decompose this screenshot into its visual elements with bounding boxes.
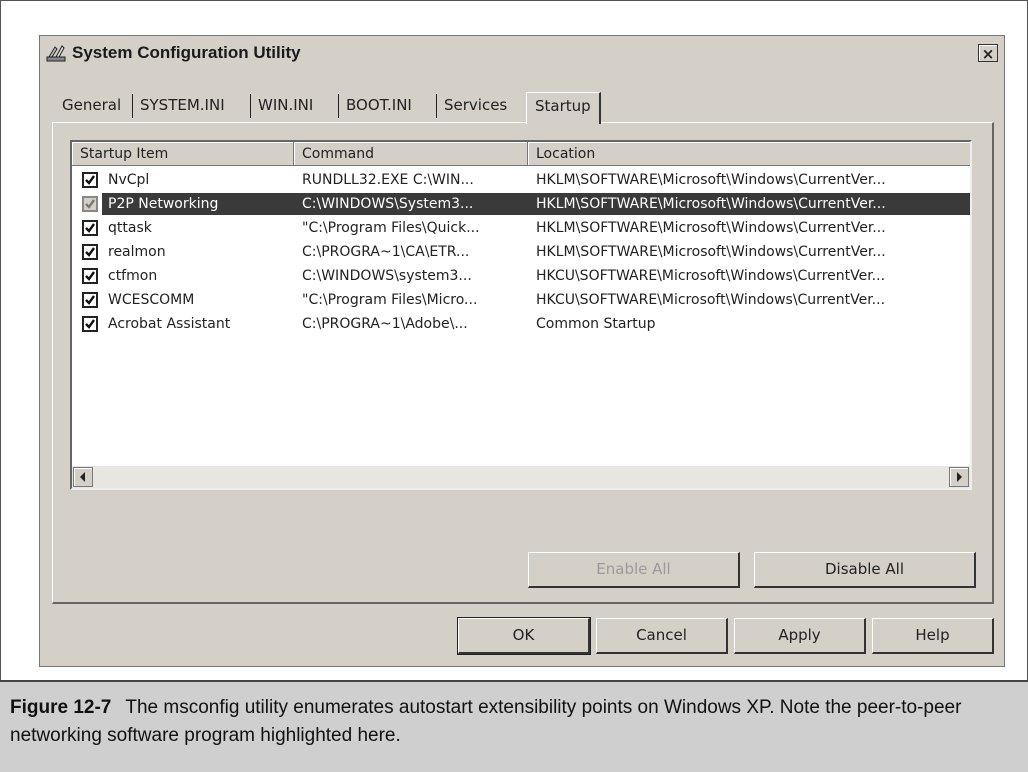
startup-checkbox[interactable] [82,196,98,212]
arrow-left-icon [80,472,85,482]
horizontal-scrollbar[interactable] [72,466,970,488]
startup-location: Common Startup [536,316,656,332]
tab-services[interactable]: Services [444,96,507,114]
ok-button[interactable]: OK [457,617,591,655]
startup-command: C:\WINDOWS\system3... [302,268,472,284]
title-bar[interactable]: System Configuration Utility × [40,36,1004,70]
tab-win-ini[interactable]: WIN.INI [258,96,313,114]
tab-system-ini[interactable]: SYSTEM.INI [140,96,225,114]
scroll-right-button[interactable] [949,467,969,487]
list-item[interactable]: qttask "C:\Program Files\Quick... HKLM\S… [72,216,970,240]
startup-command: C:\PROGRA~1\Adobe\... [302,316,468,332]
startup-checkbox[interactable] [82,292,98,308]
scroll-left-button[interactable] [73,467,93,487]
startup-checkbox[interactable] [82,316,98,332]
startup-location: HKLM\SOFTWARE\Microsoft\Windows\CurrentV… [536,196,886,212]
column-command[interactable]: Command [294,142,528,166]
list-item[interactable]: WCESCOMM "C:\Program Files\Micro... HKCU… [72,288,970,312]
tab-separator [436,94,437,118]
msconfig-app-icon [46,45,66,62]
startup-checkbox[interactable] [82,268,98,284]
list-item[interactable]: ctfmon C:\WINDOWS\system3... HKCU\SOFTWA… [72,264,970,288]
startup-checkbox[interactable] [82,172,98,188]
check-icon [85,271,95,281]
tab-separator [250,94,251,118]
startup-location: HKCU\SOFTWARE\Microsoft\Windows\CurrentV… [536,292,886,308]
startup-command: "C:\Program Files\Micro... [302,292,478,308]
window-title: System Configuration Utility [72,43,301,62]
tab-separator [132,94,133,118]
startup-command: C:\WINDOWS\System3... [302,196,474,212]
startup-item-name: realmon [108,244,166,260]
startup-location: HKCU\SOFTWARE\Microsoft\Windows\CurrentV… [536,268,886,284]
arrow-right-icon [957,472,962,482]
startup-item-name: WCESCOMM [108,292,195,308]
tab-startup[interactable]: Startup [526,92,601,124]
list-item[interactable]: realmon C:\PROGRA~1\CA\ETR... HKLM\SOFTW… [72,240,970,264]
startup-checkbox[interactable] [82,220,98,236]
startup-location: HKLM\SOFTWARE\Microsoft\Windows\CurrentV… [536,172,886,188]
startup-item-name: P2P Networking [108,196,219,212]
startup-item-name: NvCpl [108,172,150,188]
check-icon [85,295,95,305]
startup-location: HKLM\SOFTWARE\Microsoft\Windows\CurrentV… [536,244,886,260]
column-startup-item[interactable]: Startup Item [72,142,294,166]
startup-command: RUNDLL32.EXE C:\WIN... [302,172,474,188]
figure-number: Figure 12-7 [10,697,112,718]
screenshot-frame: System Configuration Utility × General S… [0,0,1028,682]
startup-item-name: qttask [108,220,152,236]
apply-button[interactable]: Apply [734,618,866,654]
help-button[interactable]: Help [872,618,994,654]
check-icon [85,199,95,209]
startup-command: C:\PROGRA~1\CA\ETR... [302,244,470,260]
tab-separator [338,94,339,118]
startup-list[interactable]: Startup Item Command Location NvCpl RUND… [70,140,972,490]
startup-item-name: Acrobat Assistant [108,316,231,332]
enable-all-button[interactable]: Enable All [528,552,740,588]
column-location[interactable]: Location [528,142,970,166]
check-icon [85,247,95,257]
figure-caption: Figure 12-7 The msconfig utility enumerat… [10,694,1020,750]
startup-command: "C:\Program Files\Quick... [302,220,480,236]
tab-general[interactable]: General [62,96,121,114]
figure-caption-bar: Figure 12-7 The msconfig utility enumerat… [0,680,1028,772]
check-icon [85,175,95,185]
check-icon [85,319,95,329]
list-header: Startup Item Command Location [72,142,970,166]
startup-location: HKLM\SOFTWARE\Microsoft\Windows\CurrentV… [536,220,886,236]
system-configuration-dialog: System Configuration Utility × General S… [39,35,1005,667]
list-item[interactable]: NvCpl RUNDLL32.EXE C:\WIN... HKLM\SOFTWA… [72,168,970,192]
caption-text: The msconfig utility enumerates autostar… [10,697,962,746]
tab-boot-ini[interactable]: BOOT.INI [346,96,412,114]
close-icon[interactable]: × [978,44,998,63]
disable-all-button[interactable]: Disable All [754,552,976,588]
cancel-button[interactable]: Cancel [596,618,728,654]
check-icon [85,223,95,233]
list-item[interactable]: Acrobat Assistant C:\PROGRA~1\Adobe\... … [72,312,970,336]
startup-checkbox[interactable] [82,244,98,260]
startup-item-name: ctfmon [108,268,158,284]
list-item-selected[interactable]: P2P Networking C:\WINDOWS\System3... HKL… [72,192,970,216]
